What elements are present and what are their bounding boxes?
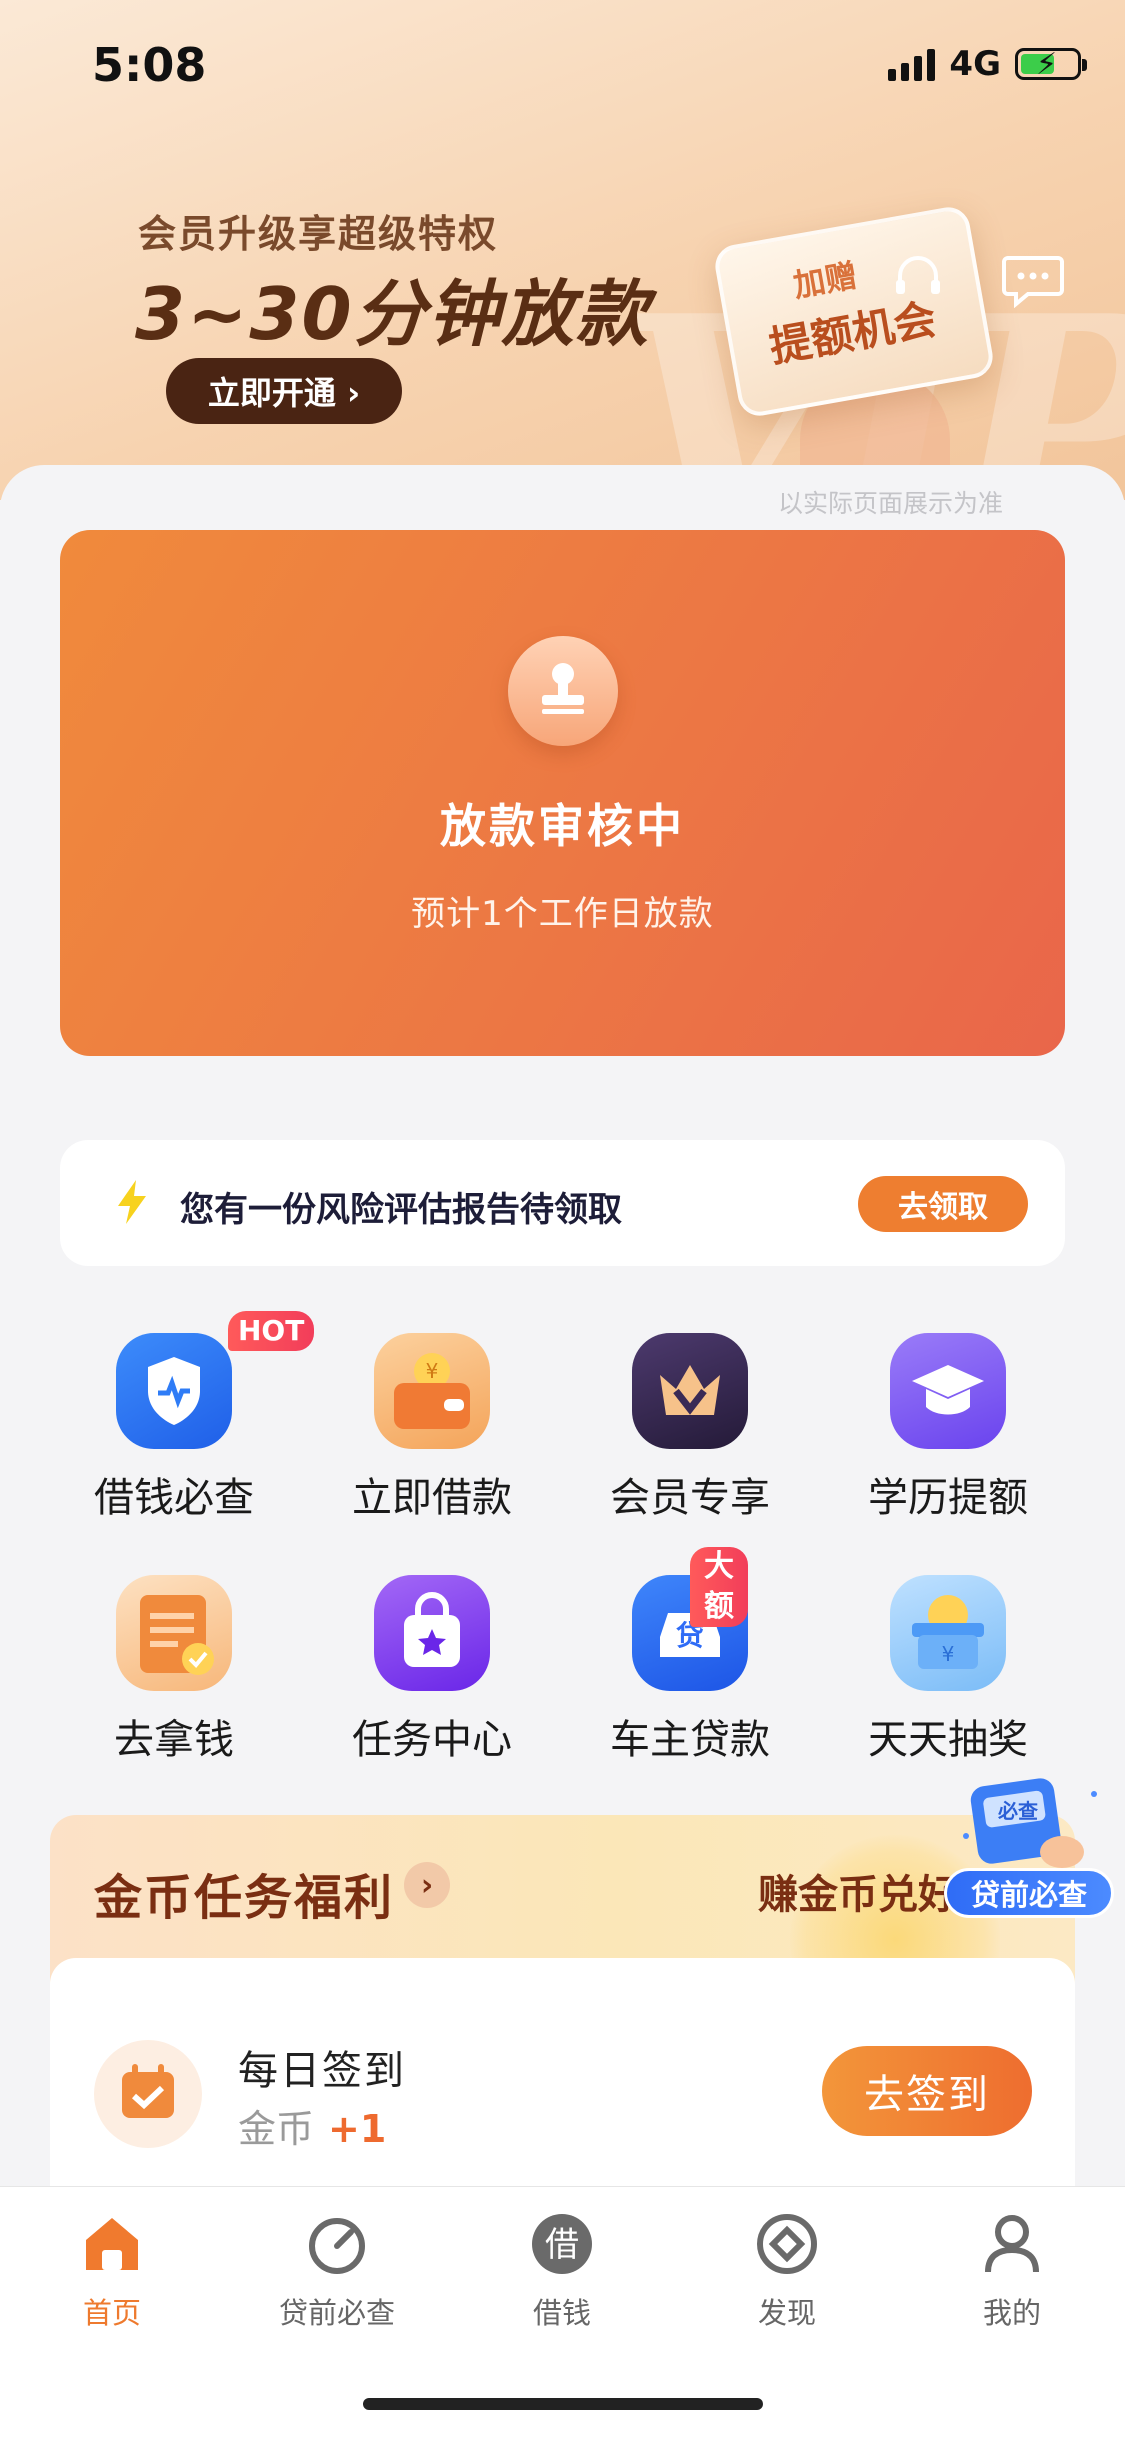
service-label: 会员专享 — [610, 1475, 770, 1521]
service-label: 任务中心 — [352, 1717, 512, 1763]
borrow-icon: 借 — [532, 2214, 592, 2274]
calendar-check-icon — [94, 2040, 202, 2148]
status-indicators: 4G ⚡ — [888, 44, 1087, 84]
signal-icon — [888, 47, 936, 81]
loan-status-subtitle: 预计1个工作日放款 — [411, 894, 714, 934]
hot-badge: HOT — [228, 1311, 315, 1351]
tab-label: 我的 — [982, 2296, 1041, 2330]
tab-pre-loan-check[interactable]: 贷前必查 — [257, 2212, 417, 2332]
svg-text:¥: ¥ — [942, 1642, 955, 1666]
loan-status-title: 放款审核中 — [440, 799, 685, 853]
service-task-center[interactable]: 任务中心 — [332, 1575, 532, 1765]
car-loan-icon: 贷 大额 — [632, 1547, 748, 1691]
promo-subtitle: 会员升级享超级特权 — [138, 212, 499, 256]
tab-borrow[interactable]: 借 借钱 — [482, 2212, 642, 2332]
gauge-icon — [309, 2218, 365, 2274]
tab-mine[interactable]: 我的 — [932, 2212, 1092, 2332]
service-car-loan[interactable]: 贷 大额 车主贷款 — [590, 1547, 790, 1765]
reward-label: 金币 — [238, 2107, 315, 2151]
shield-icon: HOT — [116, 1311, 315, 1449]
profile-icon — [985, 2215, 1039, 2273]
service-borrow-check[interactable]: HOT 借钱必查 — [74, 1311, 315, 1523]
pre-loan-check-float[interactable]: 必查 贷前必查 — [944, 1776, 1114, 1921]
service-lottery[interactable]: ¥ 天天抽奖 — [848, 1575, 1048, 1765]
svg-text:¥: ¥ — [426, 1359, 439, 1383]
network-type: 4G — [949, 44, 1001, 84]
service-label: 车主贷款 — [610, 1717, 770, 1763]
card-line1: 加赠 — [790, 256, 861, 305]
checkin-title: 每日签到 — [238, 2048, 406, 2094]
checkin-reward: 金币 +1 — [238, 2098, 386, 2153]
widget-card-text: 必查 — [997, 1799, 1038, 1823]
chevron-right-icon[interactable]: › — [404, 1862, 450, 1908]
status-time: 5:08 — [92, 38, 207, 92]
service-label: 借钱必查 — [94, 1475, 254, 1521]
message-icon[interactable] — [1002, 254, 1064, 308]
coin-exchange-link[interactable]: 赚金币兑好 — [758, 1862, 958, 1920]
stamp-icon — [508, 636, 618, 746]
borrow-glyph: 借 — [545, 2225, 579, 2265]
shopping-bag-icon — [374, 1575, 490, 1691]
promo-headline: 3~30分钟放款 — [135, 272, 650, 356]
tab-label: 贷前必查 — [278, 2296, 395, 2330]
claim-report-button[interactable]: 去领取 — [858, 1176, 1028, 1232]
graduation-cap-icon — [890, 1333, 1006, 1449]
coin-task-title[interactable]: 金币任务福利 — [94, 1858, 394, 1928]
lightning-icon — [118, 1180, 146, 1224]
service-label: 天天抽奖 — [868, 1717, 1028, 1763]
pre-loan-check-label: 贷前必查 — [944, 1868, 1114, 1918]
customer-service-icon[interactable] — [890, 250, 946, 306]
banner-disclaimer: 以实际页面展示为准 — [778, 489, 1004, 518]
crown-icon — [632, 1333, 748, 1449]
service-get-money[interactable]: 去拿钱 — [74, 1575, 274, 1765]
tab-discover[interactable]: 发现 — [707, 2212, 867, 2332]
service-label: 学历提额 — [868, 1475, 1028, 1521]
receipt-icon — [116, 1575, 232, 1691]
home-icon — [86, 2218, 138, 2270]
service-borrow-now[interactable]: ¥ 立即借款 — [332, 1333, 532, 1523]
compass-icon — [757, 2214, 817, 2274]
service-label: 去拿钱 — [114, 1717, 234, 1763]
home-indicator — [363, 2398, 763, 2410]
tab-label: 发现 — [757, 2296, 816, 2330]
large-amount-badge: 大额 — [690, 1547, 748, 1627]
service-label: 立即借款 — [352, 1475, 512, 1521]
lottery-box-icon: ¥ — [890, 1575, 1006, 1691]
activate-now-button[interactable]: 立即开通 › — [166, 358, 402, 424]
tab-label: 借钱 — [532, 2296, 591, 2330]
checkin-button[interactable]: 去签到 — [822, 2046, 1032, 2136]
wallet-icon: ¥ — [374, 1333, 490, 1449]
tab-home[interactable]: 首页 — [32, 2212, 192, 2332]
battery-icon: ⚡ — [1015, 47, 1087, 82]
reward-value: +1 — [328, 2107, 387, 2151]
service-member[interactable]: 会员专享 — [590, 1333, 790, 1523]
risk-report-text: 您有一份风险评估报告待领取 — [180, 1190, 622, 1230]
service-education[interactable]: 学历提额 — [848, 1333, 1048, 1523]
tab-label: 首页 — [82, 2296, 141, 2330]
